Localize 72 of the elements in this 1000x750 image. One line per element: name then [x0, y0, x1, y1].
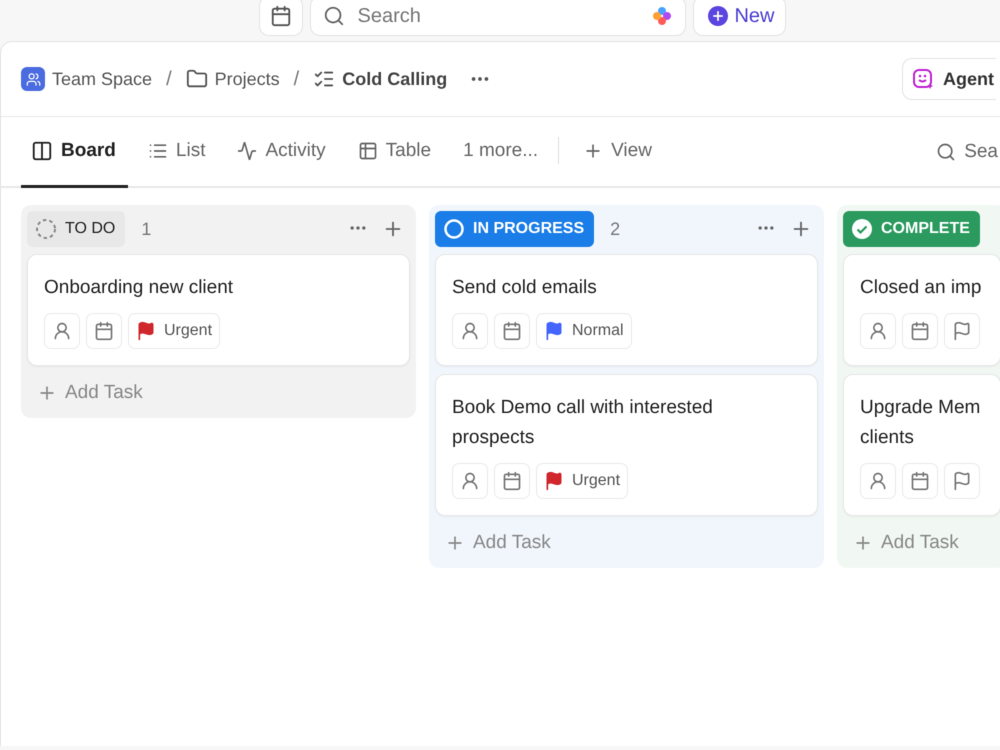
- due-date-button[interactable]: [902, 313, 938, 349]
- task-title: Upgrade Mem clients: [860, 396, 982, 450]
- task-filter-button[interactable]: Sea: [936, 117, 998, 186]
- calendar-icon: [270, 5, 292, 27]
- status-badge: TO DO: [27, 211, 126, 247]
- task-title: Onboarding new client: [44, 276, 234, 300]
- assignee-button[interactable]: [860, 463, 896, 499]
- search-field[interactable]: Search: [310, 0, 686, 36]
- add-view-button[interactable]: View: [571, 117, 664, 188]
- people-icon: [21, 67, 45, 91]
- task-card[interactable]: Closed an imp: [843, 254, 1000, 366]
- calendar-icon: [910, 321, 930, 341]
- search-icon: [936, 142, 956, 162]
- nav-tab[interactable]: List: [136, 117, 218, 188]
- user-icon: [868, 321, 888, 341]
- due-date-button[interactable]: [494, 313, 530, 349]
- priority-button[interactable]: [944, 463, 980, 499]
- assignee-button[interactable]: [860, 313, 896, 349]
- priority-button[interactable]: Urgent: [128, 313, 220, 349]
- user-icon: [868, 471, 888, 491]
- user-icon: [460, 471, 480, 491]
- search-icon: [323, 5, 346, 27]
- flag-icon: [952, 471, 972, 491]
- breadcrumb-link[interactable]: Cold Calling: [313, 68, 448, 90]
- task-card[interactable]: Book Demo call with interested prospects Urgent: [435, 374, 818, 516]
- status-badge: IN PROGRESS: [435, 211, 594, 247]
- assignee-button[interactable]: [44, 313, 80, 349]
- plus-icon: [708, 6, 728, 26]
- task-title: Book Demo call with interested prospects: [452, 396, 714, 450]
- due-date-button[interactable]: [494, 463, 530, 499]
- nav-tab[interactable]: Activity: [225, 117, 338, 188]
- task-title: Closed an imp: [860, 276, 982, 300]
- task-count: 1: [141, 218, 152, 240]
- dashed-circle-icon: [35, 218, 57, 240]
- user-icon: [52, 321, 72, 341]
- calendar-icon: [502, 471, 522, 491]
- new-button[interactable]: New: [693, 0, 786, 36]
- board-icon: [31, 140, 53, 162]
- assignee-button[interactable]: [452, 313, 488, 349]
- table-icon: [358, 141, 378, 161]
- breadcrumb-separator: /: [166, 68, 172, 90]
- check-circle-icon: [851, 218, 873, 240]
- priority-button[interactable]: Normal: [536, 313, 632, 349]
- calendar-icon: [502, 321, 522, 341]
- task-card[interactable]: Upgrade Mem clients: [843, 374, 1000, 516]
- priority-button[interactable]: Urgent: [536, 463, 628, 499]
- smiley-sparkle-icon: [911, 67, 935, 91]
- nav-tab[interactable]: Board: [21, 117, 128, 188]
- folder-icon: [186, 68, 208, 90]
- breadcrumb-separator: /: [294, 68, 300, 90]
- nav-tab[interactable]: Table: [346, 117, 444, 188]
- priority-button[interactable]: [944, 313, 980, 349]
- sparkle-icon: [651, 5, 674, 27]
- activity-icon: [237, 141, 258, 161]
- calendar-icon: [94, 321, 114, 341]
- ring-icon: [443, 218, 465, 240]
- calendar-button[interactable]: [259, 0, 304, 36]
- task-title: Send cold emails: [452, 276, 598, 300]
- due-date-button[interactable]: [86, 313, 122, 349]
- breadcrumb-link[interactable]: Team Space: [21, 67, 152, 91]
- due-date-button[interactable]: [902, 463, 938, 499]
- task-card[interactable]: Send cold emails Normal: [435, 254, 818, 366]
- nav-tab[interactable]: 1 more...: [451, 117, 550, 188]
- assignee-button[interactable]: [452, 463, 488, 499]
- user-icon: [460, 321, 480, 341]
- status-badge: COMPLETE: [843, 211, 980, 247]
- calendar-icon: [910, 471, 930, 491]
- agent-button[interactable]: Agent: [902, 58, 996, 100]
- breadcrumb-link[interactable]: Projects: [186, 68, 280, 90]
- task-card[interactable]: Onboarding new client Urgent: [27, 254, 410, 366]
- flag-icon: [952, 321, 972, 341]
- task-count: 2: [610, 218, 620, 240]
